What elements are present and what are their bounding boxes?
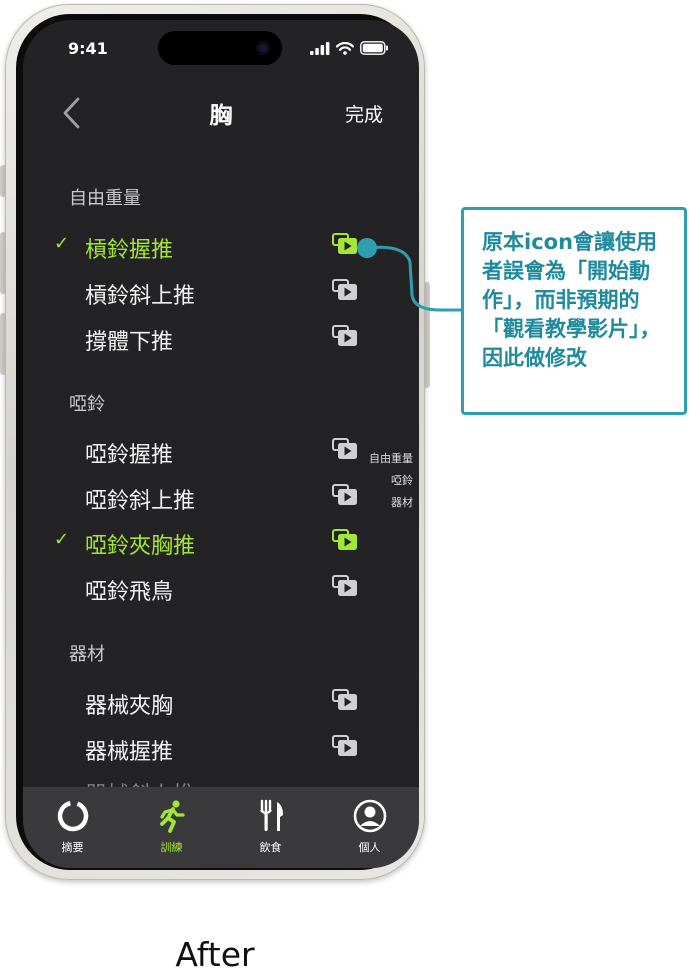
exercise-row[interactable]: 撐體下推 — [23, 320, 363, 362]
running-figure-icon — [160, 800, 185, 833]
exercise-row[interactable]: 器械握推 — [23, 730, 363, 772]
dynamic-island — [158, 31, 282, 65]
video-tutorial-icon[interactable] — [332, 529, 358, 551]
tab-label: 訓練 — [160, 841, 183, 854]
camera-icon — [256, 41, 270, 55]
person-circle-icon — [353, 799, 387, 833]
tab-profile[interactable]: 個人 — [320, 787, 419, 868]
section-index: 自由重量 啞鈴 器材 — [361, 448, 413, 514]
wifi-icon — [336, 41, 354, 55]
video-tutorial-icon[interactable] — [332, 484, 358, 506]
exercise-label: 槓鈴斜上推 — [85, 284, 196, 309]
section-header-dumbbell: 啞鈴 — [69, 394, 105, 415]
section-header-free-weights: 自由重量 — [69, 188, 141, 209]
tab-training[interactable]: 訓練 — [122, 787, 221, 868]
exercise-label: 啞鈴斜上推 — [85, 489, 196, 514]
section-index-item[interactable]: 啞鈴 — [361, 470, 413, 492]
exercise-row[interactable]: 啞鈴斜上推 — [23, 479, 363, 521]
exercise-row[interactable]: 器械夾胸 — [23, 684, 363, 726]
exercise-label: 器械夾胸 — [85, 694, 174, 719]
exercise-label: 啞鈴夾胸推 — [85, 534, 196, 559]
activity-ring-icon — [57, 800, 89, 832]
exercise-label: 撐體下推 — [85, 330, 174, 355]
tab-label: 摘要 — [61, 841, 84, 854]
status-icons — [310, 41, 389, 55]
section-index-item[interactable]: 自由重量 — [361, 448, 413, 470]
tab-bar: 摘要 訓練 飲食 個人 — [23, 787, 419, 868]
video-tutorial-icon[interactable] — [332, 233, 358, 255]
video-tutorial-icon[interactable] — [332, 325, 358, 347]
exercise-row[interactable]: ✓ 槓鈴握推 — [23, 228, 363, 270]
video-tutorial-icon[interactable] — [332, 735, 358, 757]
video-tutorial-icon[interactable] — [332, 438, 358, 460]
video-tutorial-icon[interactable] — [332, 279, 358, 301]
section-header-machines: 器材 — [69, 644, 105, 665]
exercise-row[interactable]: 啞鈴握推 — [23, 433, 363, 475]
status-time: 9:41 — [68, 39, 108, 58]
tab-label: 飲食 — [259, 841, 282, 854]
tab-label: 個人 — [358, 841, 381, 854]
phone-screen: 9:41 胸 完成 自由重量 ✓ 槓鈴握推 槓鈴斜上推 撐體下推 啞鈴 啞鈴握推… — [23, 20, 419, 868]
annotation-text: 原本icon會讓使用者誤會為「開始動作」，而非預期的「觀看教學影片」，因此做修改 — [482, 230, 661, 370]
checkmark-icon: ✓ — [54, 529, 70, 550]
exercise-row[interactable]: ✓ 啞鈴夾胸推 — [23, 524, 363, 566]
done-button[interactable]: 完成 — [345, 100, 383, 127]
exercise-row[interactable]: 啞鈴飛鳥 — [23, 570, 363, 612]
signal-icon — [310, 41, 330, 55]
exercise-label: 啞鈴握推 — [85, 443, 174, 468]
exercise-label: 槓鈴握推 — [85, 238, 174, 263]
section-index-item[interactable]: 器材 — [361, 492, 413, 514]
annotation-callout: 原本icon會讓使用者誤會為「開始動作」，而非預期的「觀看教學影片」，因此做修改 — [461, 207, 687, 415]
exercise-row[interactable]: 槓鈴斜上推 — [23, 274, 363, 316]
tab-summary[interactable]: 摘要 — [23, 787, 122, 868]
battery-icon — [360, 41, 388, 55]
tab-diet[interactable]: 飲食 — [221, 787, 320, 868]
caption: After — [175, 935, 255, 974]
video-tutorial-icon[interactable] — [332, 575, 358, 597]
video-tutorial-icon[interactable] — [332, 689, 358, 711]
exercise-label: 器械握推 — [85, 740, 174, 765]
checkmark-icon: ✓ — [54, 233, 70, 254]
fork-knife-icon — [260, 799, 283, 831]
exercise-label: 啞鈴飛鳥 — [85, 580, 174, 605]
